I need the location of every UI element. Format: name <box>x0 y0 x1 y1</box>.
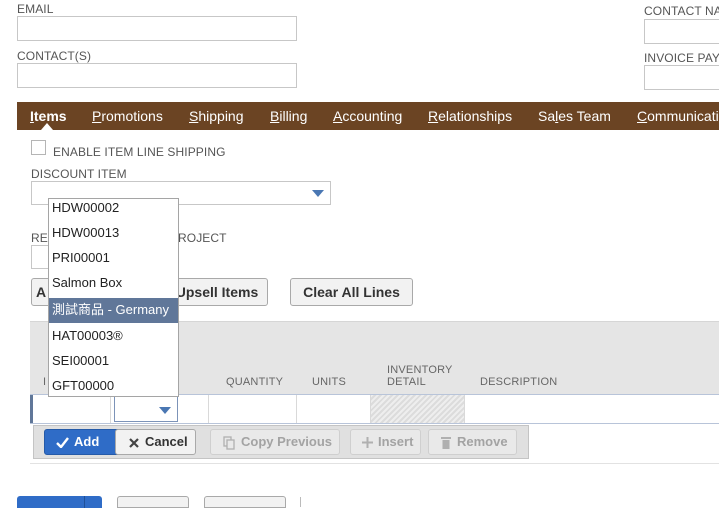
email-label: EMAIL <box>17 2 54 16</box>
item-select[interactable] <box>114 396 178 422</box>
insert-button[interactable]: Insert <box>350 429 421 455</box>
subtab-bar: Items Promotions Shipping Billing Accoun… <box>17 102 719 130</box>
discount-item-label: DISCOUNT ITEM <box>31 167 127 181</box>
grid-bottom-divider <box>30 463 719 464</box>
column-header-partial: I <box>43 376 47 388</box>
column-header-inventory: INVENTORY <box>387 364 453 376</box>
project-label-partial: ROJECT <box>178 231 227 245</box>
tab-shipping[interactable]: Shipping <box>189 108 244 124</box>
split-divider <box>84 496 85 508</box>
copy-icon <box>223 436 235 450</box>
email-field[interactable] <box>17 16 297 41</box>
upsell-items-button[interactable]: Upsell Items <box>166 278 268 306</box>
contact-name-label: CONTACT NA <box>644 4 719 18</box>
column-header-description: DESCRIPTION <box>480 376 558 388</box>
close-icon <box>129 438 139 448</box>
tab-accounting[interactable]: Accounting <box>333 108 402 124</box>
chevron-down-icon <box>159 407 171 414</box>
clear-all-lines-button[interactable]: Clear All Lines <box>290 278 413 306</box>
inventory-detail-cell <box>371 395 465 423</box>
tab-promotions[interactable]: Promotions <box>92 108 163 124</box>
enable-item-line-shipping-label: ENABLE ITEM LINE SHIPPING <box>53 145 226 159</box>
invoice-pay-label: INVOICE PAY <box>644 51 719 65</box>
description-cell[interactable] <box>465 395 719 423</box>
row-cell-first[interactable] <box>33 395 111 423</box>
dropdown-option-selected[interactable]: 測試商品 - Germany <box>49 298 178 323</box>
dropdown-option[interactable]: PRI00001 <box>49 246 178 270</box>
active-tab-indicator <box>41 123 53 130</box>
chevron-down-icon <box>312 190 324 197</box>
dropdown-option[interactable]: GFT00000 <box>49 374 178 396</box>
button-separator <box>300 497 301 507</box>
item-edit-row <box>30 394 719 424</box>
invoice-pay-field[interactable] <box>644 65 719 90</box>
item-dropdown-list: HDW00002 HDW00013 PRI00001 Salmon Box 測試… <box>48 198 179 397</box>
item-select-cell[interactable] <box>114 395 209 423</box>
column-header-detail: DETAIL <box>387 376 426 388</box>
dropdown-option[interactable]: HDW00013 <box>49 221 178 245</box>
tab-sales-team[interactable]: Sales Team <box>538 108 611 124</box>
units-cell[interactable] <box>297 395 371 423</box>
column-header-units: UNITS <box>312 376 346 388</box>
dropdown-option[interactable]: Salmon Box <box>49 271 178 295</box>
contacts-field[interactable] <box>17 63 297 88</box>
reset-button-partial[interactable] <box>204 496 286 508</box>
cancel-form-button-partial[interactable] <box>117 496 189 508</box>
check-icon <box>56 437 69 448</box>
dropdown-option[interactable]: HAT00003® <box>49 324 178 348</box>
trash-icon <box>441 437 451 449</box>
line-action-bar: Add Cancel Copy Previous Insert Remove <box>33 425 529 459</box>
enable-item-line-shipping-checkbox[interactable] <box>31 140 46 155</box>
cancel-button[interactable]: Cancel <box>115 429 196 455</box>
dropdown-option[interactable]: SEI00001 <box>49 349 178 373</box>
save-button-partial[interactable] <box>17 496 102 508</box>
tab-items[interactable]: Items <box>30 108 67 124</box>
tab-billing[interactable]: Billing <box>270 108 307 124</box>
column-header-quantity: QUANTITY <box>226 376 284 388</box>
dropdown-option[interactable]: HDW00002 <box>49 199 178 220</box>
remove-button[interactable]: Remove <box>428 429 517 455</box>
tab-relationships[interactable]: Relationships <box>428 108 512 124</box>
contacts-label: CONTACT(S) <box>17 49 92 63</box>
contact-name-field[interactable] <box>644 19 719 44</box>
plus-icon <box>362 437 373 448</box>
tab-communication[interactable]: Communicati <box>637 108 719 124</box>
copy-previous-button[interactable]: Copy Previous <box>210 429 340 455</box>
re-label-partial: RE <box>31 231 48 245</box>
quantity-cell[interactable] <box>211 395 297 423</box>
